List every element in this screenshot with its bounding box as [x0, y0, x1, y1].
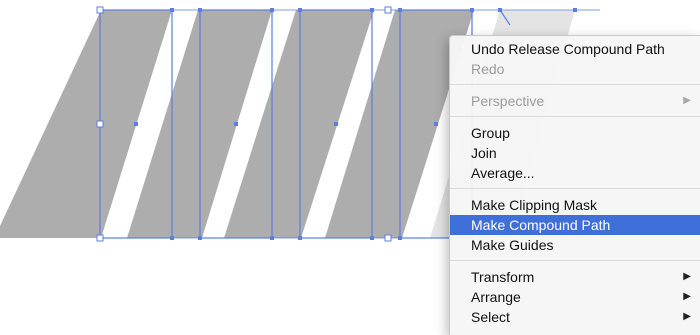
menu-item-label: Undo Release Compound Path: [471, 41, 665, 57]
menu-item-make-guides[interactable]: Make Guides: [450, 235, 700, 255]
menu-item-label: Make Guides: [471, 237, 554, 253]
menu-item-make-compound-path[interactable]: Make Compound Path: [450, 215, 700, 235]
handle-top-middle[interactable]: [384, 6, 392, 14]
menu-item-label: Arrange: [471, 289, 521, 305]
menu-item-make-clipping-mask[interactable]: Make Clipping Mask: [450, 195, 700, 215]
handle-bottom-middle[interactable]: [384, 234, 392, 242]
menu-item-label: Make Clipping Mask: [471, 197, 598, 213]
menu-item-redo: Redo: [450, 59, 700, 79]
menu-item-label: Perspective: [471, 93, 545, 109]
menu-separator: [450, 84, 700, 85]
menu-item-arrange[interactable]: Arrange ▶: [450, 287, 700, 307]
menu-item-label: Select: [471, 309, 510, 325]
menu-item-label: Transform: [471, 269, 535, 285]
menu-item-label: Join: [471, 145, 497, 161]
submenu-arrow-icon: ▶: [683, 95, 691, 106]
menu-item-group[interactable]: Group: [450, 123, 700, 143]
menu-item-label: Redo: [471, 61, 505, 77]
context-menu[interactable]: Undo Release Compound Path Redo Perspect…: [449, 35, 700, 335]
menu-item-join[interactable]: Join: [450, 143, 700, 163]
submenu-arrow-icon: ▶: [683, 271, 691, 282]
menu-item-select[interactable]: Select ▶: [450, 307, 700, 327]
menu-item-transform[interactable]: Transform ▶: [450, 267, 700, 287]
menu-item-label: Average...: [471, 165, 535, 181]
submenu-arrow-icon: ▶: [683, 311, 691, 322]
menu-item-label: Group: [471, 125, 510, 141]
handle-middle-left[interactable]: [96, 120, 104, 128]
menu-separator: [450, 188, 700, 189]
menu-item-average[interactable]: Average...: [450, 163, 700, 183]
submenu-arrow-icon: ▶: [683, 291, 691, 302]
menu-item-label: Make Compound Path: [471, 217, 611, 233]
handle-bottom-left[interactable]: [96, 234, 104, 242]
menu-separator: [450, 260, 700, 261]
menu-separator: [450, 116, 700, 117]
menu-item-perspective: Perspective ▶: [450, 91, 700, 111]
menu-item-undo-release-compound-path[interactable]: Undo Release Compound Path: [450, 39, 700, 59]
handle-top-left[interactable]: [96, 6, 104, 14]
